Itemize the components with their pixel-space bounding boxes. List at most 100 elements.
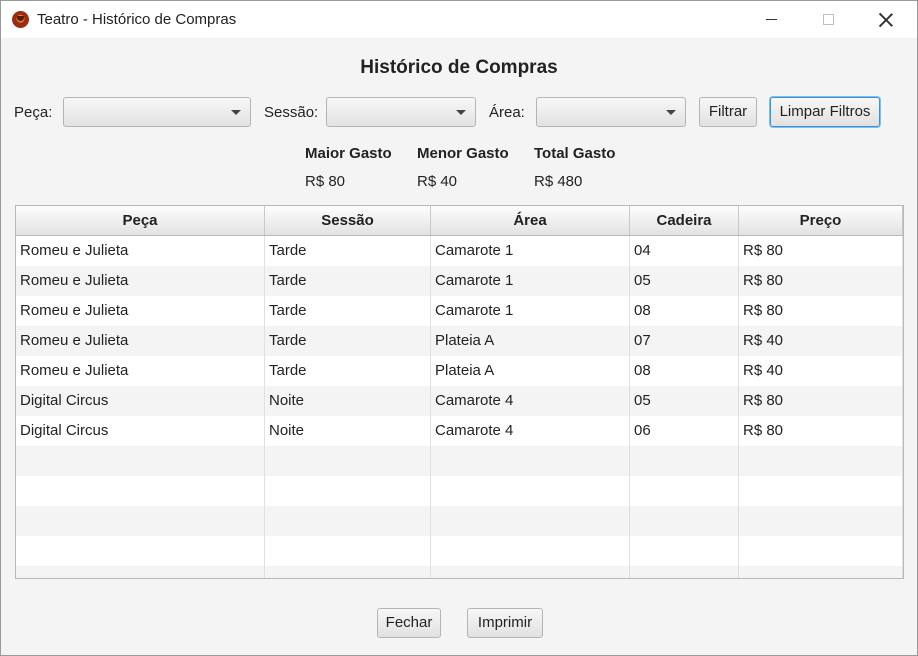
clear-filters-button[interactable]: Limpar Filtros — [770, 97, 880, 127]
table-cell — [16, 506, 265, 536]
column-header-area[interactable]: Área — [431, 206, 630, 235]
table-row-empty[interactable] — [16, 476, 903, 506]
table-cell — [739, 446, 903, 476]
close-button[interactable]: Fechar — [377, 608, 441, 638]
column-header-peca[interactable]: Peça — [16, 206, 265, 235]
table-cell — [431, 506, 630, 536]
table-cell: Tarde — [265, 296, 431, 326]
table-cell — [265, 446, 431, 476]
table-cell: 04 — [630, 236, 739, 266]
table-cell — [739, 536, 903, 566]
table-cell — [630, 506, 739, 536]
table-cell: R$ 40 — [739, 356, 903, 386]
theater-mask-icon — [12, 11, 29, 28]
table-cell: Plateia A — [431, 356, 630, 386]
table-cell — [630, 566, 739, 578]
table-row-empty[interactable] — [16, 506, 903, 536]
table-cell — [16, 476, 265, 506]
table-cell — [739, 566, 903, 578]
filter-button[interactable]: Filtrar — [699, 97, 757, 127]
table-cell: Plateia A — [431, 326, 630, 356]
table-cell: 08 — [630, 356, 739, 386]
total-spent-label: Total Gasto — [534, 145, 616, 162]
column-header-preco[interactable]: Preço — [739, 206, 903, 235]
maximize-icon — [822, 14, 834, 25]
chevron-down-icon — [666, 110, 676, 115]
page-title: Histórico de Compras — [360, 57, 558, 78]
table-cell: R$ 80 — [739, 416, 903, 446]
table-cell — [630, 536, 739, 566]
chevron-down-icon — [456, 110, 466, 115]
table-cell: Camarote 1 — [431, 296, 630, 326]
table-cell: R$ 80 — [739, 296, 903, 326]
app-window: Teatro - Histórico de Compras Histórico … — [0, 0, 918, 656]
table-cell — [630, 446, 739, 476]
table-cell: R$ 80 — [739, 266, 903, 296]
table-row-empty[interactable] — [16, 536, 903, 566]
table-cell: Digital Circus — [16, 416, 265, 446]
table-cell — [265, 476, 431, 506]
table-row[interactable]: Romeu e Julieta Tarde Plateia A 08 R$ 40 — [16, 356, 903, 386]
print-button[interactable]: Imprimir — [467, 608, 543, 638]
table-cell — [431, 536, 630, 566]
table-cell: Romeu e Julieta — [16, 296, 265, 326]
min-spent-value: R$ 40 — [417, 173, 458, 190]
table-cell: R$ 40 — [739, 326, 903, 356]
table-row[interactable]: Romeu e Julieta Tarde Plateia A 07 R$ 40 — [16, 326, 903, 356]
table-cell: Camarote 4 — [431, 416, 630, 446]
table-cell — [431, 566, 630, 578]
table-cell — [630, 476, 739, 506]
table-cell: 08 — [630, 296, 739, 326]
close-window-button[interactable] — [863, 1, 909, 38]
table-cell: Camarote 4 — [431, 386, 630, 416]
table-row-empty[interactable] — [16, 566, 903, 578]
table-cell — [16, 446, 265, 476]
table-cell: Camarote 1 — [431, 266, 630, 296]
sessao-filter-label: Sessão: — [264, 104, 319, 121]
maximize-button[interactable] — [805, 1, 851, 38]
close-icon — [879, 13, 893, 27]
table-cell: Romeu e Julieta — [16, 266, 265, 296]
table-cell: Romeu e Julieta — [16, 326, 265, 356]
table-cell — [739, 476, 903, 506]
table-cell: R$ 80 — [739, 386, 903, 416]
area-filter-select[interactable] — [536, 97, 686, 127]
table-row[interactable]: Digital Circus Noite Camarote 4 06 R$ 80 — [16, 416, 903, 446]
table-cell: Camarote 1 — [431, 236, 630, 266]
table-cell: 05 — [630, 266, 739, 296]
sessao-filter-select[interactable] — [326, 97, 476, 127]
window-title: Teatro - Histórico de Compras — [37, 11, 237, 28]
table-row[interactable]: Romeu e Julieta Tarde Camarote 1 04 R$ 80 — [16, 236, 903, 266]
peca-filter-label: Peça: — [14, 104, 53, 121]
table-row[interactable]: Digital Circus Noite Camarote 4 05 R$ 80 — [16, 386, 903, 416]
peca-filter-select[interactable] — [63, 97, 251, 127]
title-bar: Teatro - Histórico de Compras — [1, 1, 917, 38]
area-filter-label: Área: — [489, 104, 525, 121]
table-cell: 07 — [630, 326, 739, 356]
table-cell — [431, 476, 630, 506]
minimize-button[interactable] — [748, 1, 794, 38]
table-cell — [16, 566, 265, 578]
table-cell: Noite — [265, 386, 431, 416]
table-cell — [16, 536, 265, 566]
table-cell — [265, 506, 431, 536]
table-cell: 06 — [630, 416, 739, 446]
table-cell: R$ 80 — [739, 236, 903, 266]
table-row-empty[interactable] — [16, 446, 903, 476]
column-header-sessao[interactable]: Sessão — [265, 206, 431, 235]
table-header: Peça Sessão Área Cadeira Preço — [16, 206, 903, 236]
table-cell — [739, 506, 903, 536]
column-header-cadeira[interactable]: Cadeira — [630, 206, 739, 235]
table-cell — [265, 566, 431, 578]
max-spent-label: Maior Gasto — [305, 145, 392, 162]
table-row[interactable]: Romeu e Julieta Tarde Camarote 1 05 R$ 80 — [16, 266, 903, 296]
purchases-table[interactable]: Peça Sessão Área Cadeira Preço Romeu e J… — [15, 205, 904, 579]
table-cell: Tarde — [265, 326, 431, 356]
table-cell: Noite — [265, 416, 431, 446]
table-row[interactable]: Romeu e Julieta Tarde Camarote 1 08 R$ 80 — [16, 296, 903, 326]
table-cell: Romeu e Julieta — [16, 356, 265, 386]
table-cell: Tarde — [265, 356, 431, 386]
table-cell: Romeu e Julieta — [16, 236, 265, 266]
table-cell: Tarde — [265, 236, 431, 266]
minimize-icon — [765, 19, 777, 20]
